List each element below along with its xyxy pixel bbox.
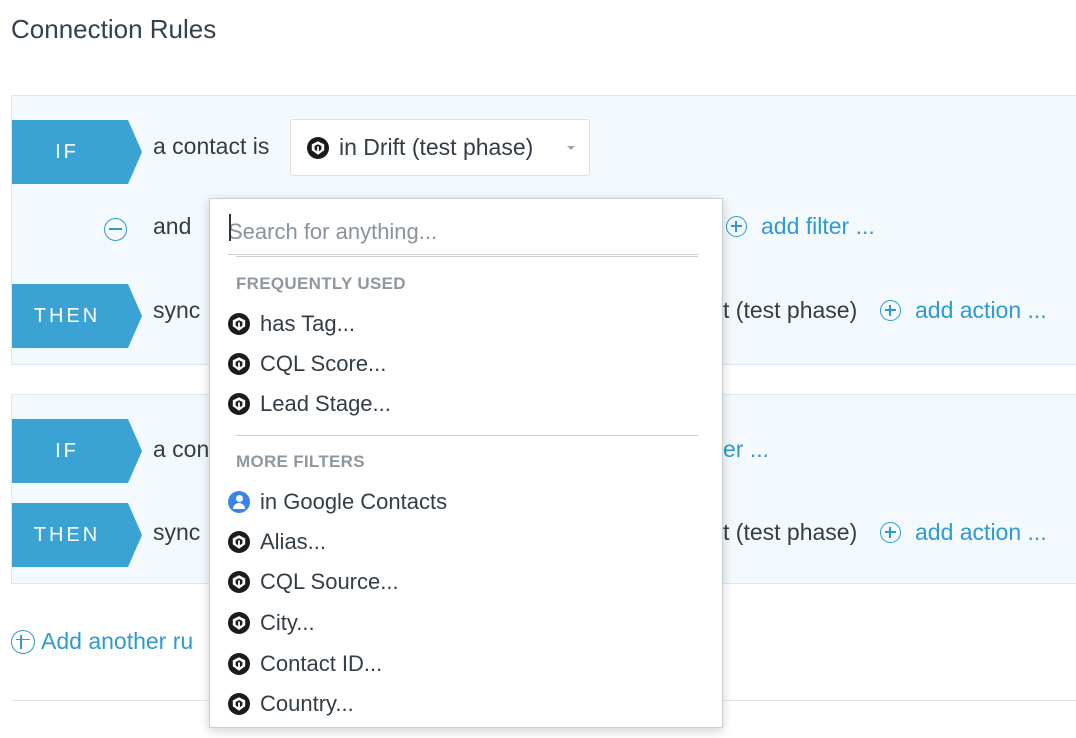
condition-text: a contact is (153, 133, 270, 159)
plus-icon (880, 300, 901, 321)
drift-icon (307, 137, 329, 159)
drift-icon (228, 353, 250, 375)
drift-icon (228, 313, 250, 335)
contact-source-select[interactable]: in Drift (test phase) (290, 119, 590, 176)
then-prefix: sync (153, 297, 201, 323)
option-city[interactable]: City... (228, 604, 704, 642)
drift-icon (228, 393, 250, 415)
section-divider (236, 435, 698, 436)
drift-icon (228, 531, 250, 553)
then-target: t (test phase) (723, 297, 858, 323)
drift-icon (228, 612, 250, 634)
option-cql-score[interactable]: CQL Score... (228, 345, 704, 383)
option-label: Contact ID... (260, 651, 383, 676)
add-filter-button[interactable]: add filter ... (726, 213, 875, 240)
section-divider (236, 256, 698, 257)
option-label: Alias... (260, 529, 327, 554)
add-filter-label: add filter ... (761, 213, 875, 239)
selected-source-label: in Drift (test phase) (339, 134, 534, 160)
plus-icon (880, 522, 901, 543)
page-title: Connection Rules (11, 14, 217, 44)
add-action-label: add action ... (915, 297, 1047, 323)
drift-icon (228, 693, 250, 715)
option-alias[interactable]: Alias... (228, 523, 704, 561)
google-contacts-icon (228, 491, 250, 513)
option-has-tag[interactable]: has Tag... (228, 305, 704, 343)
drift-icon (228, 571, 250, 593)
add-rule-button[interactable]: Add another ru (11, 628, 193, 655)
add-rule-label: Add another ru (41, 628, 194, 654)
drift-icon (228, 653, 250, 675)
then-tag: THEN (12, 503, 142, 567)
then-target: t (test phase) (723, 519, 858, 545)
option-cql-source[interactable]: CQL Source... (228, 563, 704, 601)
option-contact-id[interactable]: Contact ID... (228, 645, 704, 683)
option-label: Lead Stage... (260, 391, 391, 416)
and-label: and (153, 213, 192, 239)
option-label: CQL Source... (260, 569, 399, 594)
option-label: City... (260, 610, 315, 635)
add-action-button[interactable]: add action ... (880, 519, 1047, 546)
plus-icon (11, 629, 35, 654)
chevron-down-icon (567, 146, 575, 150)
option-country[interactable]: Country... (228, 685, 704, 723)
option-lead-stage[interactable]: Lead Stage... (228, 385, 704, 423)
section-frequently-used: FREQUENTLY USED (236, 274, 406, 293)
search-input[interactable] (228, 209, 698, 255)
option-label: has Tag... (260, 311, 355, 336)
text-cursor (229, 214, 231, 241)
option-in-google-contacts[interactable]: in Google Contacts (228, 483, 704, 521)
then-prefix: sync (153, 519, 201, 545)
add-filter-button[interactable]: er ... (723, 436, 769, 463)
if-tag: IF (12, 419, 142, 483)
plus-icon (726, 216, 747, 237)
filter-dropdown: FREQUENTLY USED has Tag... CQL Score... … (209, 198, 723, 728)
option-label: Country... (260, 691, 354, 716)
option-label: CQL Score... (260, 351, 387, 376)
remove-filter-icon[interactable] (104, 218, 127, 241)
option-label: in Google Contacts (260, 489, 448, 514)
add-action-button[interactable]: add action ... (880, 297, 1047, 324)
condition-text: a con (153, 436, 210, 462)
if-tag: IF (12, 120, 142, 184)
then-tag: THEN (12, 284, 142, 348)
add-action-label: add action ... (915, 519, 1047, 545)
section-more-filters: MORE FILTERS (236, 452, 365, 471)
